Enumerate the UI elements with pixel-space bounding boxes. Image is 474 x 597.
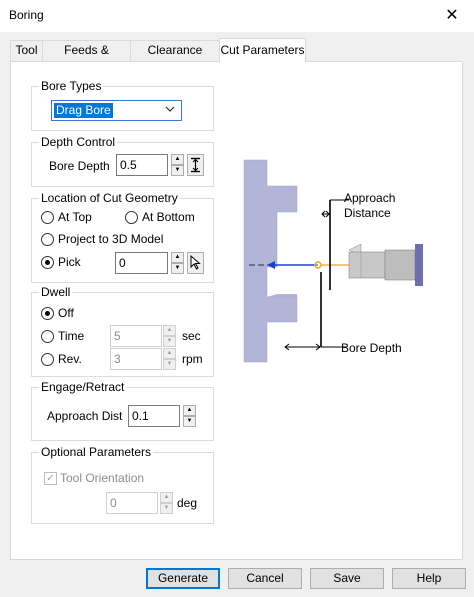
tab-cut-parameters[interactable]: Cut Parameters bbox=[219, 38, 306, 62]
bore-depth-label: Bore Depth bbox=[49, 159, 110, 173]
dwell-time-unit: sec bbox=[182, 329, 201, 343]
radio-at-top[interactable] bbox=[41, 211, 54, 224]
dwell-rev-unit: rpm bbox=[182, 352, 203, 366]
engage-retract-group: Engage/Retract Approach Dist 0.1 ▲ ▼ bbox=[31, 380, 214, 441]
bore-depth-diagram-label: Bore Depth bbox=[341, 341, 402, 355]
cursor-arrow-icon bbox=[190, 254, 201, 270]
boring-diagram bbox=[243, 159, 423, 363]
optional-parameters-label: Optional Parameters bbox=[39, 445, 154, 459]
spin-up-icon[interactable]: ▲ bbox=[163, 325, 176, 336]
approach-distance-label-1: Approach bbox=[344, 191, 396, 205]
approach-distance-label-2: Distance bbox=[344, 206, 391, 220]
bore-types-label: Bore Types bbox=[39, 79, 104, 93]
bore-type-select[interactable]: Drag Bore bbox=[51, 100, 182, 121]
spin-up-icon[interactable]: ▲ bbox=[160, 492, 173, 503]
dwell-rev-input[interactable]: 3 bbox=[110, 348, 162, 370]
depth-pick-icon bbox=[191, 157, 200, 173]
spin-up-icon[interactable]: ▲ bbox=[171, 252, 184, 263]
spin-up-icon[interactable]: ▲ bbox=[171, 154, 184, 165]
dwell-rev-label: Rev. bbox=[58, 352, 82, 366]
dialog-title: Boring bbox=[9, 8, 44, 22]
approach-dist-spinner[interactable]: ▲ ▼ bbox=[183, 405, 196, 427]
optional-parameters-group: Optional Parameters ✓ Tool Orientation 0… bbox=[31, 445, 214, 524]
tab-clearance-plane[interactable]: Clearance Plane bbox=[130, 40, 220, 76]
tool-orientation-label: Tool Orientation bbox=[60, 471, 145, 485]
approach-dist-label: Approach Dist bbox=[47, 409, 123, 423]
pick-spinner[interactable]: ▲ ▼ bbox=[171, 252, 184, 274]
pick-cursor-button[interactable] bbox=[187, 252, 204, 274]
help-button[interactable]: Help bbox=[392, 568, 466, 589]
dwell-time-spinner[interactable]: ▲ ▼ bbox=[163, 325, 176, 347]
spin-down-icon[interactable]: ▼ bbox=[160, 503, 173, 514]
spin-down-icon[interactable]: ▼ bbox=[171, 263, 184, 274]
title-bar: Boring ✕ bbox=[0, 0, 474, 32]
dwell-off-label: Off bbox=[58, 306, 74, 320]
spin-down-icon[interactable]: ▼ bbox=[163, 336, 176, 347]
depth-pick-button[interactable] bbox=[187, 154, 204, 176]
dwell-label: Dwell bbox=[39, 285, 73, 299]
radio-project-3d[interactable] bbox=[41, 233, 54, 246]
spin-down-icon[interactable]: ▼ bbox=[183, 416, 196, 427]
dwell-group: Dwell Off Time 5 ▲ ▼ sec Rev. 3 ▲ ▼ rpm bbox=[31, 285, 214, 377]
location-group: Location of Cut Geometry At Top At Botto… bbox=[31, 191, 214, 283]
pick-value-input[interactable]: 0 bbox=[115, 252, 168, 274]
radio-dwell-time[interactable] bbox=[41, 330, 54, 343]
radio-pick[interactable] bbox=[41, 256, 54, 269]
boring-tool bbox=[348, 243, 423, 286]
bore-type-value: Drag Bore bbox=[54, 103, 113, 118]
spin-down-icon[interactable]: ▼ bbox=[163, 359, 176, 370]
engage-retract-label: Engage/Retract bbox=[39, 380, 127, 394]
save-button[interactable]: Save bbox=[310, 568, 384, 589]
tool-orientation-checkbox[interactable]: ✓ bbox=[44, 472, 57, 485]
pick-label: Pick bbox=[58, 255, 81, 269]
dwell-rev-spinner[interactable]: ▲ ▼ bbox=[163, 348, 176, 370]
bore-depth-input[interactable]: 0.5 bbox=[116, 154, 168, 176]
approach-dist-input[interactable]: 0.1 bbox=[128, 405, 180, 427]
part-profile bbox=[243, 159, 298, 363]
close-icon[interactable]: ✕ bbox=[438, 4, 466, 28]
generate-button[interactable]: Generate bbox=[146, 568, 220, 589]
at-bottom-label: At Bottom bbox=[142, 210, 195, 224]
bore-types-group: Bore Types Drag Bore bbox=[31, 79, 214, 131]
cut-parameters-panel: Bore Types Drag Bore Depth Control Bore … bbox=[10, 61, 463, 560]
radio-at-bottom[interactable] bbox=[125, 211, 138, 224]
tab-feeds-speeds[interactable]: Feeds & Speeds bbox=[42, 40, 131, 76]
tab-strip: Tool Feeds & Speeds Clearance Plane Cut … bbox=[0, 38, 474, 76]
depth-control-group: Depth Control Bore Depth 0.5 ▲ ▼ bbox=[31, 135, 214, 187]
location-label: Location of Cut Geometry bbox=[39, 191, 180, 205]
chevron-down-icon bbox=[165, 102, 175, 119]
boring-dialog: Boring ✕ Tool Feeds & Speeds Clearance P… bbox=[0, 0, 474, 597]
tool-angle-spinner[interactable]: ▲ ▼ bbox=[160, 492, 173, 514]
tool-angle-input[interactable]: 0 bbox=[106, 492, 158, 514]
spin-down-icon[interactable]: ▼ bbox=[171, 165, 184, 176]
tab-tool[interactable]: Tool bbox=[10, 40, 43, 61]
radio-dwell-off[interactable] bbox=[41, 307, 54, 320]
dwell-time-input[interactable]: 5 bbox=[110, 325, 162, 347]
radio-dwell-rev[interactable] bbox=[41, 353, 54, 366]
project-3d-label: Project to 3D Model bbox=[58, 232, 164, 246]
depth-control-label: Depth Control bbox=[39, 135, 118, 149]
spin-up-icon[interactable]: ▲ bbox=[163, 348, 176, 359]
tool-angle-unit: deg bbox=[177, 496, 198, 510]
bore-depth-spinner[interactable]: ▲ ▼ bbox=[171, 154, 184, 176]
dwell-time-label: Time bbox=[58, 329, 85, 343]
cancel-button[interactable]: Cancel bbox=[228, 568, 302, 589]
spin-up-icon[interactable]: ▲ bbox=[183, 405, 196, 416]
at-top-label: At Top bbox=[58, 210, 92, 224]
